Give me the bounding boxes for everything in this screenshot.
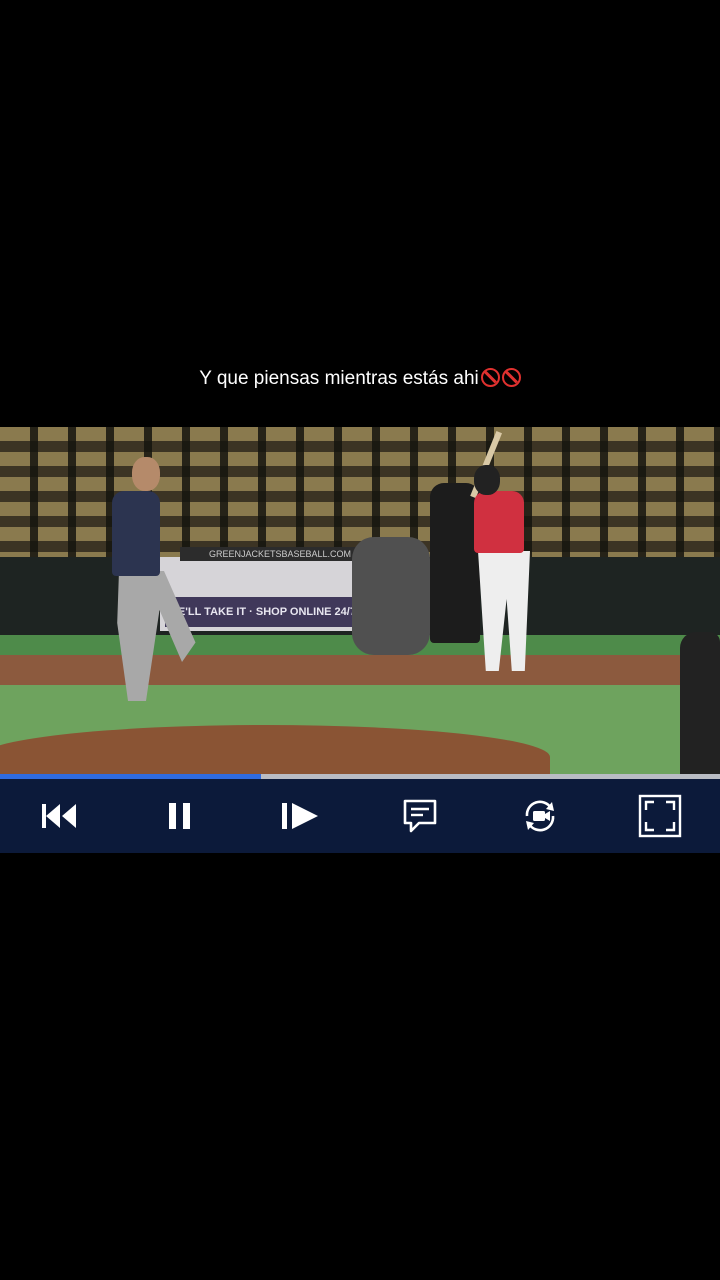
banner-website-text: GREENJACKETSBASEBALL.COM [180, 547, 380, 561]
batter [474, 491, 524, 553]
skip-back-button[interactable] [0, 779, 120, 853]
no-pedestrians-emoji-icon [501, 368, 521, 387]
infield-dirt [0, 655, 720, 685]
skip-back-icon [42, 804, 76, 828]
rotate-camera-icon [525, 800, 555, 832]
catcher [352, 537, 430, 655]
banner-slogan-text: WE'LL TAKE IT · SHOP ONLINE 24/7 AT HIVE… [165, 597, 375, 648]
caption-text: Y que piensas mientras estás ahi [199, 368, 479, 389]
play-next-icon [282, 803, 318, 829]
pitcher [112, 491, 160, 576]
video-caption: Y que piensas mientras estás ahi [0, 368, 720, 390]
comment-icon [403, 799, 437, 833]
video-frame[interactable]: GREENJACKETSBASEBALL.COM WE'LL TAKE IT ·… [0, 427, 720, 775]
batter-helmet [474, 465, 500, 495]
home-plate-umpire [430, 483, 480, 643]
fullscreen-button[interactable] [600, 779, 720, 853]
stadium-stands [0, 427, 720, 557]
pitcher-head [132, 457, 160, 491]
fullscreen-icon [638, 794, 682, 838]
pause-icon [169, 803, 190, 829]
pause-button[interactable] [120, 779, 240, 853]
play-next-button[interactable] [240, 779, 360, 853]
prohibited-emoji-icon [480, 368, 500, 387]
player-control-bar [0, 779, 720, 853]
captions-button[interactable] [360, 779, 480, 853]
base-umpire [680, 632, 720, 775]
rotate-camera-button[interactable] [480, 779, 600, 853]
